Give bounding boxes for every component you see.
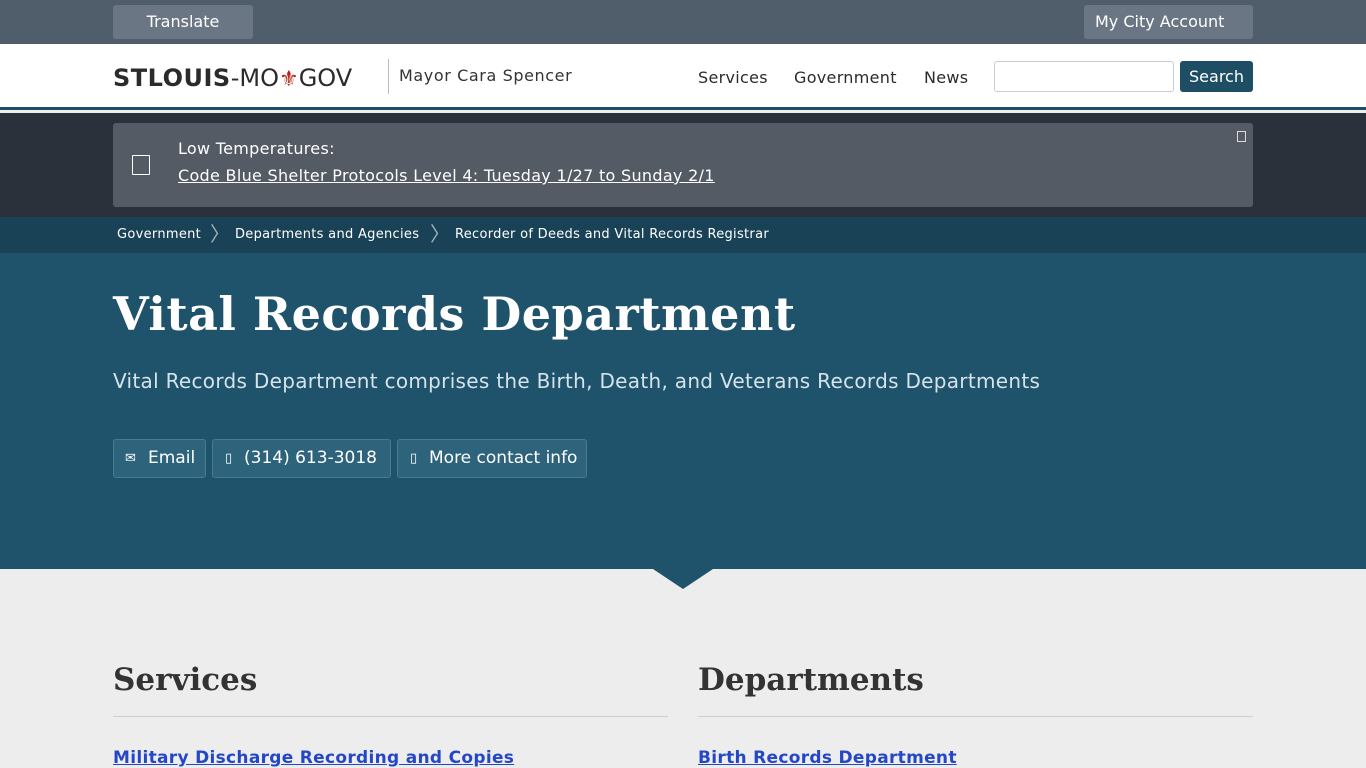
phone-label: (314) 613-3018 bbox=[244, 448, 377, 468]
alert-banner: Low Temperatures: Code Blue Shelter Prot… bbox=[113, 123, 1253, 207]
logo-gov: GOV bbox=[298, 64, 353, 92]
nav-news[interactable]: News bbox=[924, 68, 968, 87]
logo-stlouis: STLOUIS bbox=[113, 64, 231, 92]
site-header: STLOUIS-MO⚜GOV Mayor Cara Spencer Servic… bbox=[0, 44, 1366, 110]
departments-heading: Departments bbox=[698, 662, 924, 698]
chevron-right-icon: 〉 bbox=[210, 222, 230, 246]
nav-government[interactable]: Government bbox=[794, 68, 897, 87]
my-city-account-button[interactable]: My City Account bbox=[1084, 5, 1253, 39]
close-icon[interactable] bbox=[1237, 131, 1246, 142]
site-logo[interactable]: STLOUIS-MO⚜GOV bbox=[113, 63, 352, 93]
departments-link-birth-records[interactable]: Birth Records Department bbox=[698, 748, 957, 768]
hero: Vital Records Department Vital Records D… bbox=[0, 253, 1366, 569]
envelope-icon: ✉ bbox=[125, 451, 136, 466]
services-link-military-discharge[interactable]: Military Discharge Recording and Copies bbox=[113, 748, 514, 768]
search-input[interactable] bbox=[994, 61, 1174, 92]
breadcrumb-departments[interactable]: Departments and Agencies bbox=[235, 227, 419, 242]
breadcrumb-government[interactable]: Government bbox=[117, 227, 201, 242]
breadcrumb: Government 〉 Departments and Agencies 〉 … bbox=[0, 217, 1366, 253]
logo-mo: -MO bbox=[230, 64, 279, 92]
alert-link[interactable]: Code Blue Shelter Protocols Level 4: Tue… bbox=[178, 166, 715, 185]
alert-band: Low Temperatures: Code Blue Shelter Prot… bbox=[0, 113, 1366, 217]
logo-divider bbox=[388, 59, 389, 94]
fleur-de-lis-icon: ⚜ bbox=[278, 67, 299, 92]
services-divider bbox=[113, 716, 668, 717]
page-title: Vital Records Department bbox=[113, 287, 796, 341]
utility-bar: Translate My City Account bbox=[0, 0, 1366, 44]
departments-divider bbox=[698, 716, 1253, 717]
search-button[interactable]: Search bbox=[1180, 61, 1253, 92]
translate-button[interactable]: Translate bbox=[113, 5, 253, 39]
more-contact-info-label: More contact info bbox=[429, 448, 578, 468]
alert-icon bbox=[132, 155, 150, 175]
chevron-right-icon: 〉 bbox=[430, 222, 450, 246]
services-heading: Services bbox=[113, 662, 258, 698]
alert-title: Low Temperatures: bbox=[178, 139, 335, 158]
email-label: Email bbox=[148, 448, 196, 468]
nav-services[interactable]: Services bbox=[698, 68, 768, 87]
email-button[interactable]: ✉ Email bbox=[113, 439, 206, 478]
page-subtitle: Vital Records Department comprises the B… bbox=[113, 369, 1041, 393]
info-icon: ▯ bbox=[410, 451, 418, 466]
mayor-name[interactable]: Mayor Cara Spencer bbox=[399, 66, 572, 85]
more-contact-info-button[interactable]: ▯ More contact info bbox=[397, 439, 587, 478]
breadcrumb-recorder[interactable]: Recorder of Deeds and Vital Records Regi… bbox=[455, 227, 769, 242]
hero-notch bbox=[653, 569, 713, 589]
phone-icon: ▯ bbox=[225, 451, 233, 466]
phone-button[interactable]: ▯ (314) 613-3018 bbox=[212, 439, 391, 478]
